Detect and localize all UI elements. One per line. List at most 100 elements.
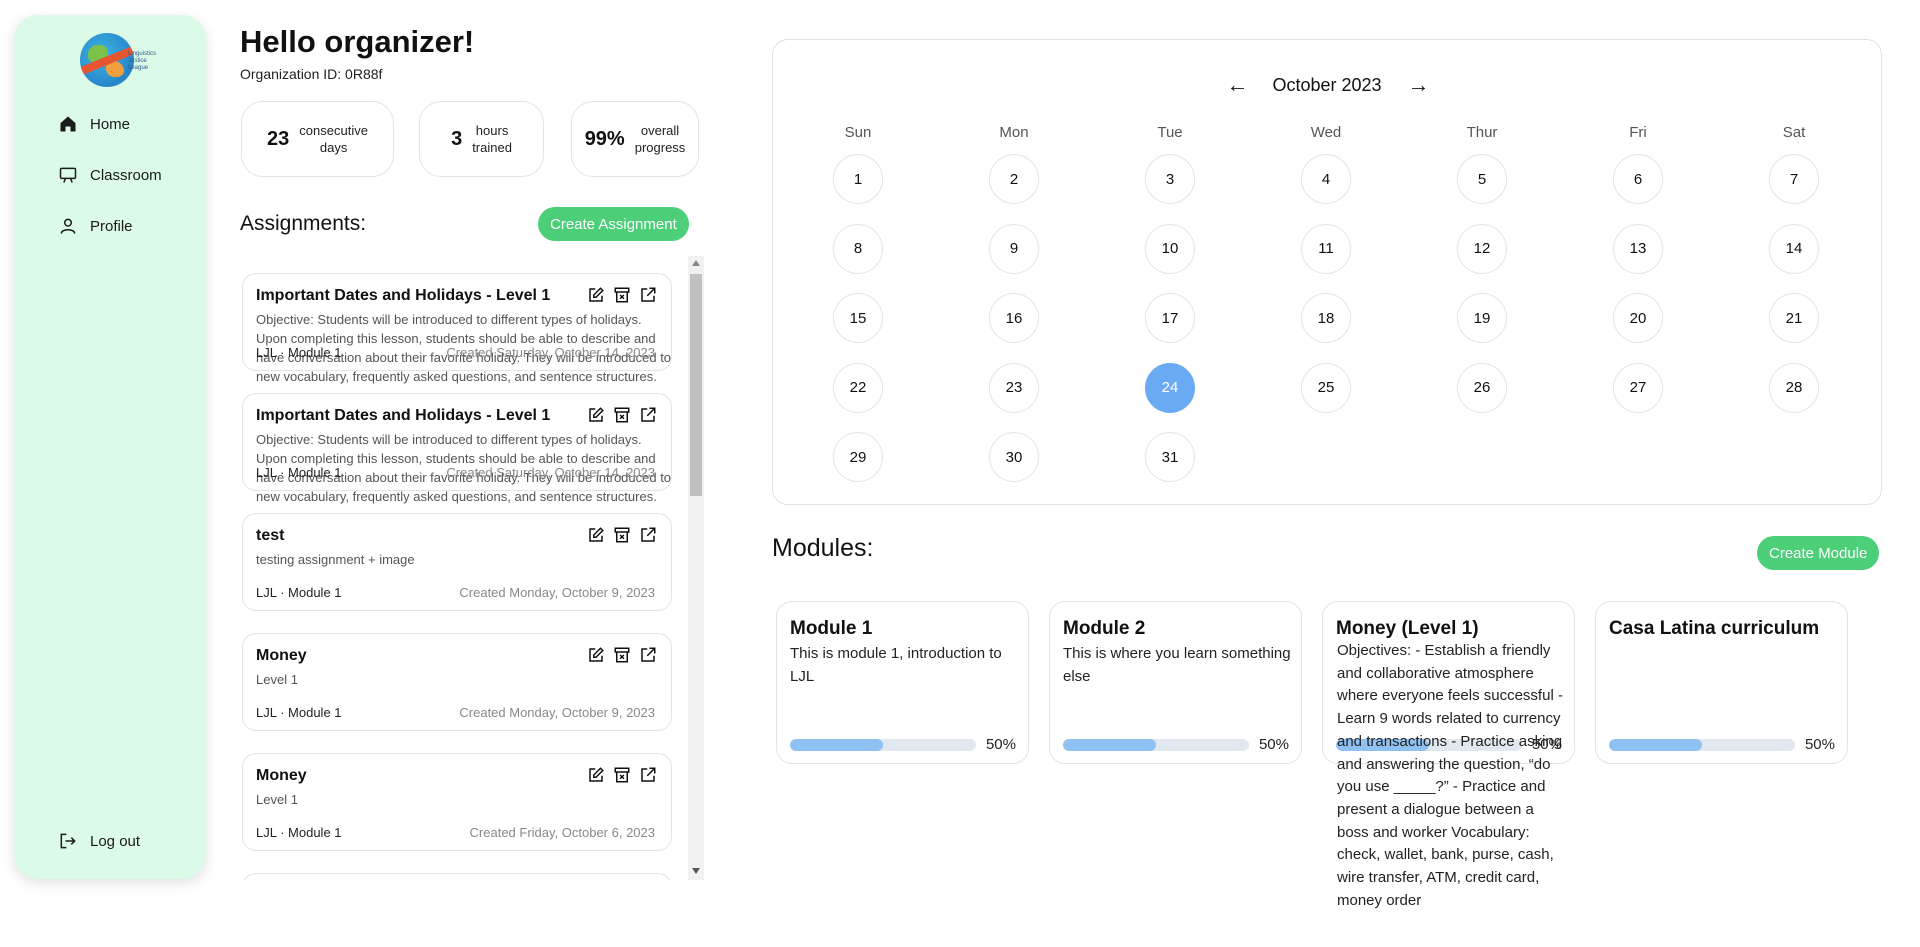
edit-icon[interactable] [587,646,605,664]
calendar-day[interactable]: 1 [833,154,883,204]
stat-label: consecutive days [299,123,368,155]
calendar-day[interactable]: 18 [1301,293,1351,343]
assignment-card[interactable]: Objective: Students will be introduced t… [242,273,672,384]
archive-icon[interactable] [613,646,631,664]
open-external-icon[interactable] [639,286,657,304]
open-external-icon[interactable] [639,766,657,784]
calendar-weekday: Fri [1629,124,1647,141]
logo: Linguistics Justice League [66,29,162,89]
calendar-day[interactable]: 29 [833,432,883,482]
calendar-day[interactable]: 13 [1613,223,1663,274]
stat-value: 99% [584,127,625,150]
arrow-right-icon[interactable]: → [1408,72,1430,98]
module-card[interactable]: Module 1 This is module 1, introduction … [776,601,1029,764]
edit-icon[interactable] [587,406,605,424]
logout-icon [60,833,76,849]
calendar-day[interactable]: 10 [1145,223,1195,274]
assignment-date: Created Monday, October 9, 2023 [459,585,655,600]
calendar-day[interactable]: 6 [1613,154,1663,204]
stat-consecutive-days: 23 consecutive days [241,101,394,177]
open-external-icon[interactable] [639,406,657,424]
module-card[interactable]: Module 2 This is where you learn somethi… [1049,601,1302,764]
edit-icon[interactable] [587,526,605,544]
calendar-day[interactable]: 7 [1769,154,1819,204]
scroll-down-icon[interactable] [692,868,700,874]
calendar-day[interactable]: 22 [833,362,883,413]
calendar-day[interactable]: 23 [989,362,1039,413]
profile-icon [60,218,76,234]
calendar-day[interactable]: 14 [1769,223,1819,274]
calendar-day[interactable]: 28 [1769,362,1819,413]
edit-icon[interactable] [587,286,605,304]
calendar-day[interactable]: 21 [1769,293,1819,343]
calendar-day[interactable]: 30 [989,432,1039,482]
logout-button[interactable]: Log out [58,831,140,851]
sidebar-item-home[interactable]: Home [58,114,130,134]
calendar-day[interactable]: 25 [1301,362,1351,413]
calendar-header: ← October 2023 → [773,72,1881,98]
calendar-day[interactable]: 3 [1145,154,1195,204]
calendar-day[interactable]: 26 [1457,362,1507,413]
create-assignment-button[interactable]: Create Assignment [538,207,689,241]
assignment-card[interactable]: Objective: Students will be introduced t… [242,393,672,504]
assignment-card[interactable]: Money Level 1 LJL · Module 1 Created Mon… [242,633,672,731]
calendar-day[interactable]: 5 [1457,154,1507,204]
calendar-day[interactable]: 9 [989,223,1039,274]
calendar-day[interactable]: 15 [833,293,883,343]
module-description: This is where you learn something else [1063,645,1291,685]
sidebar-item-profile[interactable]: Profile [58,216,133,236]
calendar-day[interactable]: 11 [1301,223,1351,274]
assignment-list[interactable]: Objective: Students will be introduced t… [240,258,672,880]
assignment-actions [587,406,657,424]
sidebar: Linguistics Justice League Home Classroo… [14,15,206,879]
calendar-weekday: Sat [1782,124,1806,141]
module-progress-label: 50% [983,736,1016,753]
module-card[interactable]: Casa Latina curriculum 50% [1595,601,1848,764]
arrow-left-icon[interactable]: ← [1226,72,1248,98]
sidebar-item-classroom[interactable]: Classroom [58,165,162,185]
calendar-weekday: Mon [999,124,1029,141]
assignment-scrollbar[interactable] [688,256,704,880]
module-progress-bar [1063,739,1249,751]
stat-value: 3 [451,127,463,150]
calendar-day[interactable]: 4 [1301,154,1351,204]
calendar-day[interactable]: 16 [989,293,1039,343]
sidebar-item-label: Classroom [90,166,162,184]
calendar-day[interactable]: 20 [1613,293,1663,343]
module-title: Module 1 [790,618,873,639]
module-progress-label: 50% [1256,736,1289,753]
calendar-day[interactable]: 12 [1457,223,1507,274]
module-title: Casa Latina curriculum [1609,618,1820,639]
calendar-day-selected[interactable]: 24 [1145,362,1195,413]
assignment-module: LJL · Module 1 [256,465,342,480]
assignment-date: Created Saturday, October 14, 2023 [446,465,655,480]
assignment-card[interactable]: test testing assignment + image LJL · Mo… [242,513,672,611]
archive-icon[interactable] [613,766,631,784]
calendar-day[interactable]: 17 [1145,293,1195,343]
calendar-day[interactable]: 27 [1613,362,1663,413]
archive-icon[interactable] [613,406,631,424]
stat-value: 23 [267,127,290,150]
assignment-card[interactable] [242,873,672,880]
edit-icon[interactable] [587,766,605,784]
stat-label: hours trained [472,123,512,155]
open-external-icon[interactable] [639,646,657,664]
archive-icon[interactable] [613,286,631,304]
calendar-day[interactable]: 8 [833,223,883,274]
assignment-title: test [256,527,285,544]
calendar-day[interactable]: 31 [1145,432,1195,482]
module-progress-label: 50% [1802,736,1835,753]
assignment-description: Level 1 [256,792,298,807]
calendar-day[interactable]: 19 [1457,293,1507,343]
create-module-button[interactable]: Create Module [1757,536,1880,570]
scroll-up-icon[interactable] [692,260,700,266]
assignment-module: LJL · Module 1 [256,825,342,840]
assignment-card[interactable]: Money Level 1 LJL · Module 1 Created Fri… [242,753,672,851]
assignment-description: Level 1 [256,672,298,687]
calendar-day[interactable]: 2 [989,154,1039,204]
scroll-thumb[interactable] [690,274,702,496]
classroom-icon [59,167,77,183]
archive-icon[interactable] [613,526,631,544]
page-title: Hello organizer! [240,24,475,59]
open-external-icon[interactable] [639,526,657,544]
